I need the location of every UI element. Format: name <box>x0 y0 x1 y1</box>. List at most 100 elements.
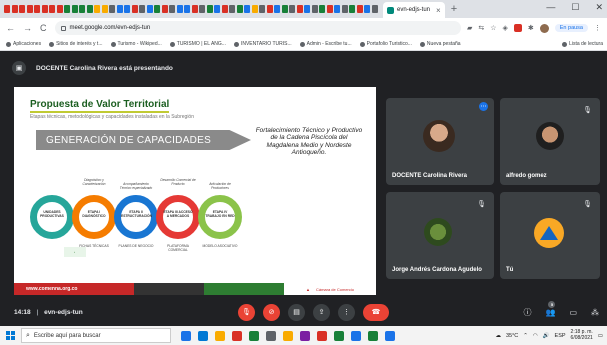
tab-favicon-icon[interactable] <box>26 5 33 13</box>
taskbar-app-icon[interactable] <box>368 330 378 341</box>
participant-tile-4[interactable]: 🎙 Tú <box>500 192 600 279</box>
tab-favicon-icon[interactable] <box>131 5 138 13</box>
captions-button[interactable]: ▤ <box>288 303 305 321</box>
tab-favicon-icon[interactable] <box>169 5 175 13</box>
tab-favicon-icon[interactable] <box>191 5 198 13</box>
bookmark-item[interactable]: Portafolio Turistico... <box>359 41 412 47</box>
minimize-icon[interactable]: — <box>546 2 555 13</box>
participant-tile-3[interactable]: 🎙 Jorge Andrés Cardona Agudelo <box>386 192 494 279</box>
bookmark-item[interactable]: Nueva pestaña <box>419 41 461 47</box>
tab-favicon-icon[interactable] <box>4 5 10 13</box>
puzzle-icon[interactable]: ✱ <box>528 24 534 32</box>
tab-favicon-icon[interactable] <box>109 5 115 13</box>
more-options-icon[interactable]: ⋯ <box>479 102 488 111</box>
tab-favicon-icon[interactable] <box>229 5 235 13</box>
tab-favicon-icon[interactable] <box>326 5 333 13</box>
new-tab-button[interactable]: + <box>451 3 457 15</box>
taskbar-app-icon[interactable] <box>300 330 310 341</box>
taskbar-app-icon[interactable] <box>249 330 259 341</box>
activities-icon[interactable]: ⁂ <box>591 308 599 317</box>
volume-icon[interactable]: 🔊 <box>543 333 550 339</box>
participant-tile-2[interactable]: 🎙 alfredo gomez <box>500 98 600 185</box>
tab-favicon-icon[interactable] <box>206 5 213 13</box>
taskbar-app-icon[interactable] <box>215 330 225 341</box>
tab-favicon-icon[interactable] <box>281 5 288 13</box>
leave-call-button[interactable]: ☎ <box>363 303 389 321</box>
tab-favicon-icon[interactable] <box>86 5 93 13</box>
taskbar-app-icon[interactable] <box>232 330 242 341</box>
tab-favicon-icon[interactable] <box>116 5 123 13</box>
tab-favicon-icon[interactable] <box>19 5 25 13</box>
reading-list-link[interactable]: Lista de lectura <box>562 41 603 47</box>
taskbar-app-icon[interactable] <box>283 330 293 341</box>
taskbar-app-icon[interactable] <box>198 330 208 341</box>
tab-favicon-icon[interactable] <box>154 5 160 13</box>
sync-paused-badge[interactable]: En pausa <box>554 24 588 32</box>
reload-icon[interactable]: C <box>40 23 47 33</box>
tab-favicon-icon[interactable] <box>64 5 70 13</box>
tray-arrow-icon[interactable]: ⌃ <box>523 333 528 339</box>
shield-icon[interactable]: ◈ <box>502 24 507 32</box>
participant-tile-1[interactable]: ⋯ DOCENTE Carolina Rivera <box>386 98 494 185</box>
maximize-icon[interactable]: ☐ <box>571 2 579 13</box>
tab-favicon-icon[interactable] <box>71 5 78 13</box>
taskbar-app-icon[interactable] <box>181 330 191 341</box>
tab-favicon-icon[interactable] <box>221 5 228 13</box>
menu-icon[interactable]: ⋮ <box>594 24 601 32</box>
language-indicator[interactable]: ESP <box>555 333 566 339</box>
clock[interactable]: 2:18 p. m. 6/08/2021 <box>571 329 593 341</box>
present-button[interactable]: ⇪ <box>313 303 330 321</box>
taskbar-app-icon[interactable] <box>317 330 327 341</box>
chat-icon[interactable]: ▭ <box>569 308 577 317</box>
windows-start-icon[interactable] <box>6 331 15 340</box>
camera-icon[interactable]: ▰ <box>467 24 472 32</box>
info-icon[interactable]: ⓘ <box>523 307 531 318</box>
tab-favicon-icon[interactable] <box>176 5 183 13</box>
mic-toggle-button[interactable]: 🎙 <box>238 303 255 321</box>
notifications-icon[interactable]: ▭ <box>598 333 603 339</box>
profile-avatar[interactable] <box>539 23 549 33</box>
tab-favicon-icon[interactable] <box>94 5 100 13</box>
bookmark-item[interactable]: TURISMO | EL ANG... <box>169 41 226 47</box>
taskbar-app-icon[interactable] <box>266 330 276 341</box>
tab-favicon-icon[interactable] <box>214 5 220 13</box>
active-tab[interactable]: evn-edjs-tun × <box>383 2 445 18</box>
tab-favicon-icon[interactable] <box>304 5 310 13</box>
address-bar[interactable]: meet.google.com/evn-edjs-tun <box>54 21 461 35</box>
tab-favicon-icon[interactable] <box>124 5 130 13</box>
tab-favicon-icon[interactable] <box>296 5 303 13</box>
tab-favicon-icon[interactable] <box>341 5 348 13</box>
close-tab-icon[interactable]: × <box>436 6 441 15</box>
weather-icon[interactable]: ☁ <box>495 333 501 339</box>
tab-favicon-icon[interactable] <box>49 5 55 13</box>
forward-icon[interactable]: → <box>23 23 32 33</box>
extension-icon[interactable] <box>513 24 522 32</box>
tab-favicon-icon[interactable] <box>161 5 168 13</box>
wifi-icon[interactable]: ◠ <box>533 333 538 339</box>
bookmark-item[interactable]: Aplicaciones <box>6 41 41 47</box>
taskbar-app-icon[interactable] <box>351 330 361 341</box>
tab-favicon-icon[interactable] <box>319 5 325 13</box>
tab-favicon-icon[interactable] <box>199 5 205 13</box>
close-window-icon[interactable]: ✕ <box>595 2 603 13</box>
tab-favicon-icon[interactable] <box>11 5 18 13</box>
bookmark-item[interactable]: INVENTARIO TURIS... <box>233 41 292 47</box>
taskbar-search[interactable]: ⌕ Escribe aquí para buscar <box>21 328 171 343</box>
tab-favicon-icon[interactable] <box>289 5 295 13</box>
tab-favicon-icon[interactable] <box>184 5 190 13</box>
tab-favicon-icon[interactable] <box>244 5 250 13</box>
tab-favicon-icon[interactable] <box>146 5 153 13</box>
taskbar-app-icon[interactable] <box>385 330 395 341</box>
star-icon[interactable]: ☆ <box>490 24 496 32</box>
tab-favicon-icon[interactable] <box>259 5 265 13</box>
taskbar-app-icon[interactable] <box>334 330 344 341</box>
tab-favicon-icon[interactable] <box>236 5 243 13</box>
camera-toggle-button[interactable]: ⊘ <box>263 303 280 321</box>
tab-favicon-icon[interactable] <box>251 5 258 13</box>
tab-favicon-icon[interactable] <box>79 5 85 13</box>
people-button[interactable]: 👥 5 <box>545 300 556 317</box>
tab-favicon-icon[interactable] <box>311 5 318 13</box>
tab-favicon-icon[interactable] <box>349 5 355 13</box>
bookmark-item[interactable]: Turismo - Wikiped... <box>110 41 162 47</box>
share-icon[interactable]: ⇆ <box>478 24 484 32</box>
